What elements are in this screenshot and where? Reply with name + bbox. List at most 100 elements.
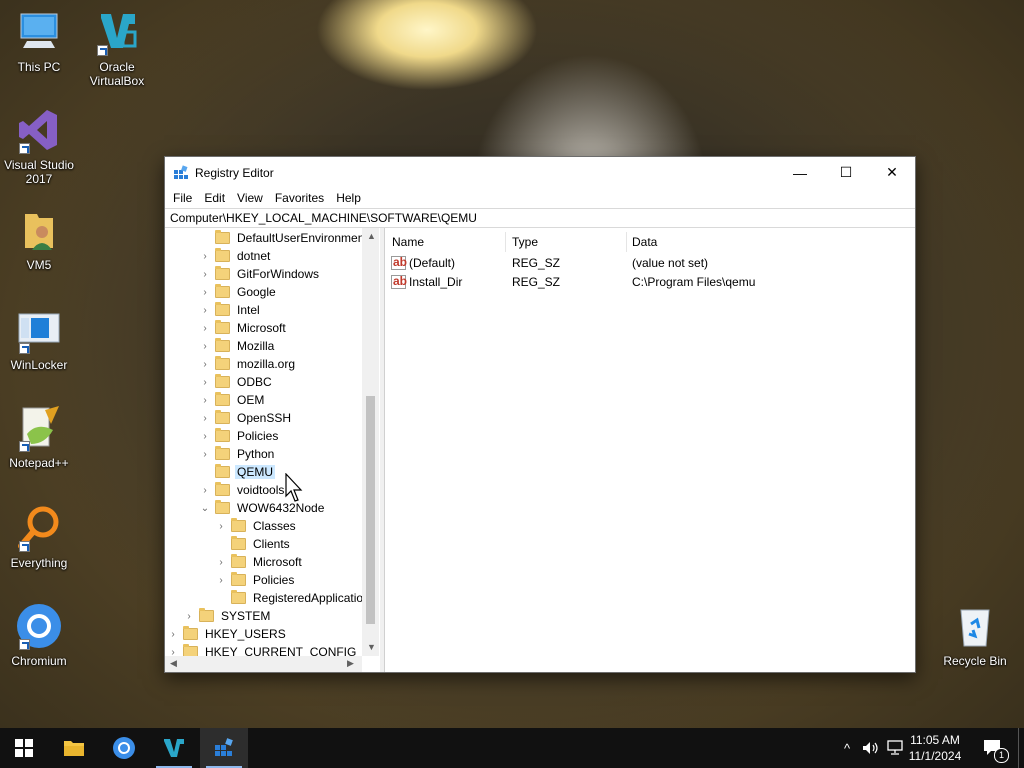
tree-item[interactable]: › Mozilla <box>199 337 276 355</box>
chevron-right-icon[interactable]: › <box>199 391 211 409</box>
taskbar-file-explorer[interactable] <box>50 728 98 768</box>
volume-icon[interactable] <box>860 728 882 768</box>
tree-item[interactable]: › GitForWindows <box>199 265 321 283</box>
chevron-right-icon[interactable]: › <box>199 301 211 319</box>
desktop-icon-this-pc[interactable]: This PC <box>0 8 78 74</box>
system-clock[interactable]: 11:05 AM 11/1/2024 <box>904 732 966 764</box>
value-name: (Default) <box>409 256 456 270</box>
tree-item-label: QEMU <box>235 465 275 479</box>
scroll-left-icon[interactable]: ◀ <box>170 658 177 669</box>
tree-item[interactable]: › mozilla.org <box>199 355 297 373</box>
tree-item[interactable]: › ODBC <box>199 373 274 391</box>
tree-item[interactable]: › Policies <box>215 571 296 589</box>
tree-item[interactable]: › Classes <box>215 517 298 535</box>
tree-item[interactable]: QEMU <box>199 463 275 481</box>
desktop-icon-label: WinLocker <box>10 358 68 372</box>
scroll-right-icon[interactable]: ▶ <box>347 658 354 669</box>
tree-item[interactable]: › dotnet <box>199 247 272 265</box>
scroll-thumb[interactable] <box>366 396 375 624</box>
close-button[interactable]: ✕ <box>869 157 915 188</box>
tree-vertical-scrollbar[interactable]: ▲ ▼ <box>362 228 379 656</box>
tree-item[interactable]: › OEM <box>199 391 266 409</box>
tree-item[interactable]: ⌄ WOW6432Node <box>199 499 326 517</box>
desktop-icon-virtualbox[interactable]: Oracle VirtualBox <box>78 8 156 88</box>
desktop-icon-everything[interactable]: Everything <box>0 504 78 570</box>
chevron-right-icon[interactable]: › <box>199 337 211 355</box>
menu-file[interactable]: File <box>167 191 198 205</box>
tree-item[interactable]: Clients <box>215 535 292 553</box>
value-row[interactable]: ab Install_Dir REG_SZ C:\Program Files\q… <box>385 273 915 292</box>
action-center-icon[interactable]: 1 <box>980 728 1009 768</box>
tree-item-label: dotnet <box>237 249 271 263</box>
chevron-right-icon[interactable]: › <box>199 265 211 283</box>
desktop-icon-label: Recycle Bin <box>943 654 1007 668</box>
tree-item[interactable]: › Microsoft <box>215 553 304 571</box>
address-bar[interactable]: Computer\HKEY_LOCAL_MACHINE\SOFTWARE\QEM… <box>165 208 915 228</box>
tree-item[interactable]: › Google <box>199 283 278 301</box>
desktop-icon-chromium[interactable]: Chromium <box>0 602 78 668</box>
folder-icon <box>231 554 246 568</box>
taskbar-chromium[interactable] <box>100 728 148 768</box>
tree-item[interactable]: › Policies <box>199 427 280 445</box>
values-list[interactable]: Name Type Data ab (Default) REG_SZ (valu… <box>385 228 915 672</box>
menu-view[interactable]: View <box>231 191 269 205</box>
tree-item[interactable]: › SYSTEM <box>183 607 272 625</box>
start-button[interactable] <box>0 728 48 768</box>
tree-item[interactable]: › OpenSSH <box>199 409 293 427</box>
tree-item[interactable]: DefaultUserEnvironment <box>199 229 370 247</box>
chevron-right-icon[interactable]: › <box>183 607 195 625</box>
scroll-down-icon[interactable]: ▼ <box>367 642 376 652</box>
tree-item[interactable]: RegisteredApplication <box>215 589 372 607</box>
chevron-right-icon[interactable]: › <box>199 247 211 265</box>
desktop-icon-recycle-bin[interactable]: Recycle Bin <box>936 602 1014 668</box>
computer-icon <box>15 8 63 56</box>
chevron-right-icon[interactable]: › <box>199 445 211 463</box>
chevron-right-icon[interactable]: › <box>199 373 211 391</box>
chevron-down-icon[interactable]: ⌄ <box>199 499 211 517</box>
tree-item[interactable]: › Intel <box>199 301 262 319</box>
chevron-right-icon[interactable]: › <box>199 283 211 301</box>
desktop-icon-winlocker[interactable]: WinLocker <box>0 306 78 372</box>
taskbar-registry-editor[interactable] <box>200 728 248 768</box>
show-hidden-icons-chevron-icon[interactable]: ^ <box>838 728 856 768</box>
scroll-up-icon[interactable]: ▲ <box>367 231 376 241</box>
value-row[interactable]: ab (Default) REG_SZ (value not set) <box>385 254 915 273</box>
taskbar-virtualbox[interactable] <box>150 728 198 768</box>
tree-item[interactable]: › Python <box>199 445 276 463</box>
menu-edit[interactable]: Edit <box>198 191 231 205</box>
chevron-right-icon[interactable]: › <box>199 355 211 373</box>
folder-icon <box>215 428 230 442</box>
column-header-data[interactable]: Data <box>632 232 657 252</box>
tree-item-label: SYSTEM <box>221 609 271 623</box>
column-header-name[interactable]: Name <box>392 232 424 252</box>
column-divider[interactable] <box>505 232 506 252</box>
maximize-button[interactable]: ☐ <box>823 157 869 188</box>
column-header-type[interactable]: Type <box>512 232 538 252</box>
menu-favorites[interactable]: Favorites <box>269 191 330 205</box>
desktop-icon-notepadpp[interactable]: Notepad++ <box>0 404 78 470</box>
tree-item[interactable]: › Microsoft <box>199 319 288 337</box>
chevron-right-icon[interactable]: › <box>199 409 211 427</box>
key-tree[interactable]: › HKEY_CURRENT_CONFIG › HKEY_USERS › SYSTEM Re… <box>165 228 381 672</box>
desktop-icon-visual-studio[interactable]: Visual Studio 2017 <box>0 106 78 186</box>
menu-help[interactable]: Help <box>330 191 367 205</box>
chevron-right-icon[interactable]: › <box>215 553 227 571</box>
chevron-right-icon[interactable]: › <box>215 571 227 589</box>
chromium-icon <box>113 737 135 759</box>
show-desktop-button[interactable] <box>1018 728 1024 768</box>
everything-search-icon <box>15 504 63 552</box>
chevron-right-icon[interactable]: › <box>167 625 179 643</box>
minimize-button[interactable]: — <box>777 157 823 188</box>
folder-icon <box>64 741 84 756</box>
tree-horizontal-scrollbar[interactable]: ◀ ▶ <box>165 656 362 672</box>
desktop-icon-vm5[interactable]: VM5 <box>0 206 78 272</box>
chevron-right-icon[interactable]: › <box>199 481 211 499</box>
column-divider[interactable] <box>626 232 627 252</box>
network-icon[interactable] <box>884 728 906 768</box>
tree-item[interactable]: › voidtools <box>199 481 286 499</box>
chevron-right-icon[interactable]: › <box>199 319 211 337</box>
chevron-right-icon[interactable]: › <box>215 517 227 535</box>
tree-item[interactable]: › HKEY_USERS <box>167 625 288 643</box>
chevron-right-icon[interactable]: › <box>199 427 211 445</box>
title-bar[interactable]: Registry Editor — ☐ ✕ <box>165 157 915 188</box>
